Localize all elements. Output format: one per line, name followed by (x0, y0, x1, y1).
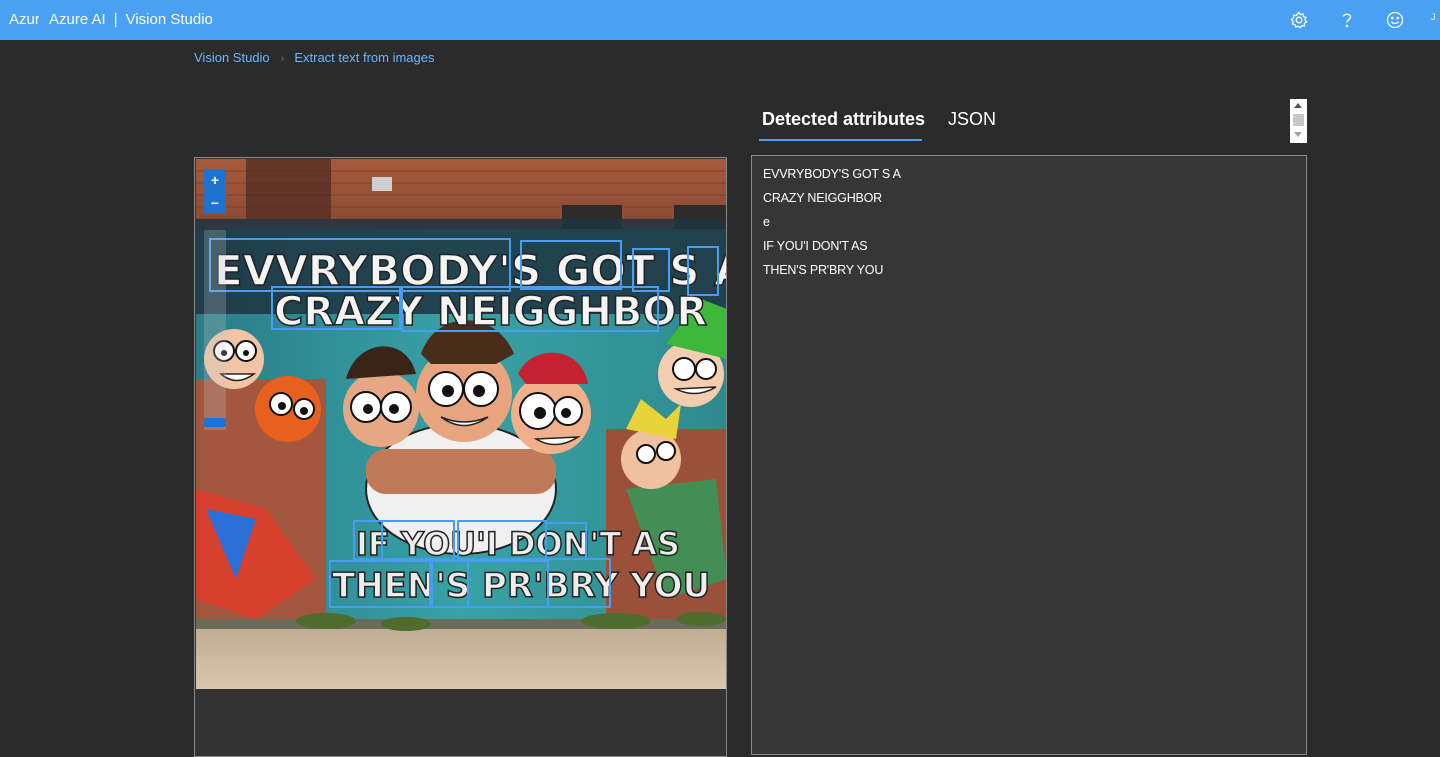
detected-text-panel: EVVRYBODY'S GOT S A CRAZY NEIGGHBOR e IF… (751, 155, 1307, 755)
zoom-in-button[interactable]: + (204, 169, 226, 191)
result-line: EVVRYBODY'S GOT S A (763, 167, 901, 181)
result-line: CRAZY NEIGGHBOR (763, 191, 883, 205)
feedback-smiley-icon[interactable] (1385, 10, 1405, 30)
product-name: Vision Studio (125, 11, 213, 28)
breadcrumb-vision-studio[interactable]: Vision Studio (194, 50, 270, 65)
graffiti-mural-image: EVVRYBODY'S GOT S A CRAZY NEIGGHBOR IF Y… (196, 159, 726, 689)
zoom-out-button[interactable]: − (204, 192, 226, 214)
tab-detected-attributes[interactable]: Detected attributes (762, 109, 925, 130)
mural-line-4: THEN'S PR'BRY YOU (332, 566, 710, 606)
mural-line-3: IF YOU'I DON'T AS (356, 525, 680, 563)
app-brand[interactable]: Azure AI | Vision Studio (49, 0, 213, 40)
zoom-slider-thumb[interactable] (204, 418, 226, 427)
scroll-down-icon[interactable] (1294, 132, 1302, 137)
active-tab-indicator (759, 139, 922, 141)
scroll-up-icon[interactable] (1294, 103, 1302, 108)
collapsed-app-title[interactable]: Azure AI (0, 0, 39, 40)
title-divider (39, 0, 40, 40)
brand-name: Azure AI (49, 11, 106, 28)
zoom-slider-track[interactable] (204, 230, 226, 430)
result-line: e (763, 215, 770, 229)
help-icon[interactable] (1337, 10, 1357, 30)
tab-json[interactable]: JSON (948, 109, 996, 130)
brand-separator: | (113, 11, 118, 28)
chevron-right-icon: › (280, 53, 285, 65)
scroll-thumb[interactable] (1293, 114, 1304, 126)
breadcrumb: Vision Studio › Extract text from images (194, 50, 434, 65)
image-preview-panel: EVVRYBODY'S GOT S A CRAZY NEIGGHBOR IF Y… (194, 157, 727, 757)
user-avatar[interactable]: J (1431, 12, 1436, 22)
result-line: THEN'S PR'BRY YOU (763, 263, 884, 277)
top-bar (0, 0, 1440, 40)
result-line: IF YOU'I DON'T AS (763, 239, 868, 253)
tab-scrollbar[interactable] (1290, 99, 1307, 143)
gear-icon[interactable] (1289, 10, 1309, 30)
breadcrumb-extract-text[interactable]: Extract text from images (294, 50, 434, 65)
